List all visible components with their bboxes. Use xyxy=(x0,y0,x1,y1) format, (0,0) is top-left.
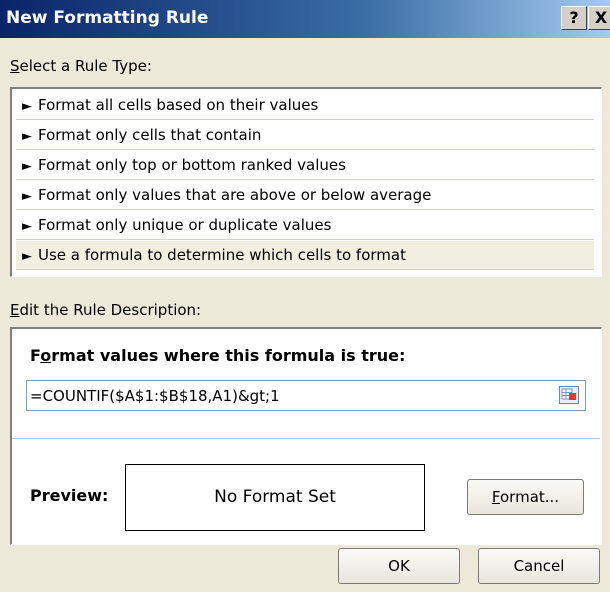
select-rule-type-label: Select a Rule Type: xyxy=(10,57,152,75)
rule-type-item[interactable]: ► Format all cells based on their values xyxy=(16,91,594,120)
ok-button[interactable]: OK xyxy=(338,548,460,584)
rule-type-list[interactable]: ► Format all cells based on their values … xyxy=(10,87,602,277)
expand-arrow-icon: ► xyxy=(22,99,32,114)
help-button[interactable]: ? xyxy=(561,6,587,30)
rule-type-item[interactable]: ► Format only unique or duplicate values xyxy=(16,211,594,240)
expand-arrow-icon: ► xyxy=(22,219,32,234)
close-button[interactable]: X xyxy=(588,6,610,30)
rule-type-item-selected[interactable]: ► Use a formula to determine which cells … xyxy=(16,241,594,270)
expand-arrow-icon: ► xyxy=(22,189,32,204)
expand-arrow-icon: ► xyxy=(22,159,32,174)
cancel-button[interactable]: Cancel xyxy=(478,548,600,584)
rule-type-item[interactable]: ► Format only values that are above or be… xyxy=(16,181,594,210)
formula-input[interactable]: =COUNTIF($A$1:$B$18,A1)&gt;1 xyxy=(26,380,586,411)
format-button[interactable]: Format... xyxy=(467,479,584,515)
window-title: New Formatting Rule xyxy=(6,8,209,28)
preview-box: No Format Set xyxy=(125,464,425,531)
expand-arrow-icon: ► xyxy=(22,129,32,144)
formula-value: =COUNTIF($A$1:$B$18,A1)&gt;1 xyxy=(30,387,280,405)
title-bar: New Formatting Rule ? X xyxy=(0,0,610,38)
divider xyxy=(12,438,600,439)
preview-label: Preview: xyxy=(30,486,109,505)
edit-rule-description-label: Edit the Rule Description: xyxy=(10,301,202,319)
rule-type-item[interactable]: ► Format only cells that contain xyxy=(16,121,594,150)
range-selector-icon[interactable] xyxy=(559,386,579,404)
expand-arrow-icon: ► xyxy=(22,249,32,264)
formula-heading: Format values where this formula is true… xyxy=(30,346,406,365)
rule-type-item[interactable]: ► Format only top or bottom ranked values xyxy=(16,151,594,180)
